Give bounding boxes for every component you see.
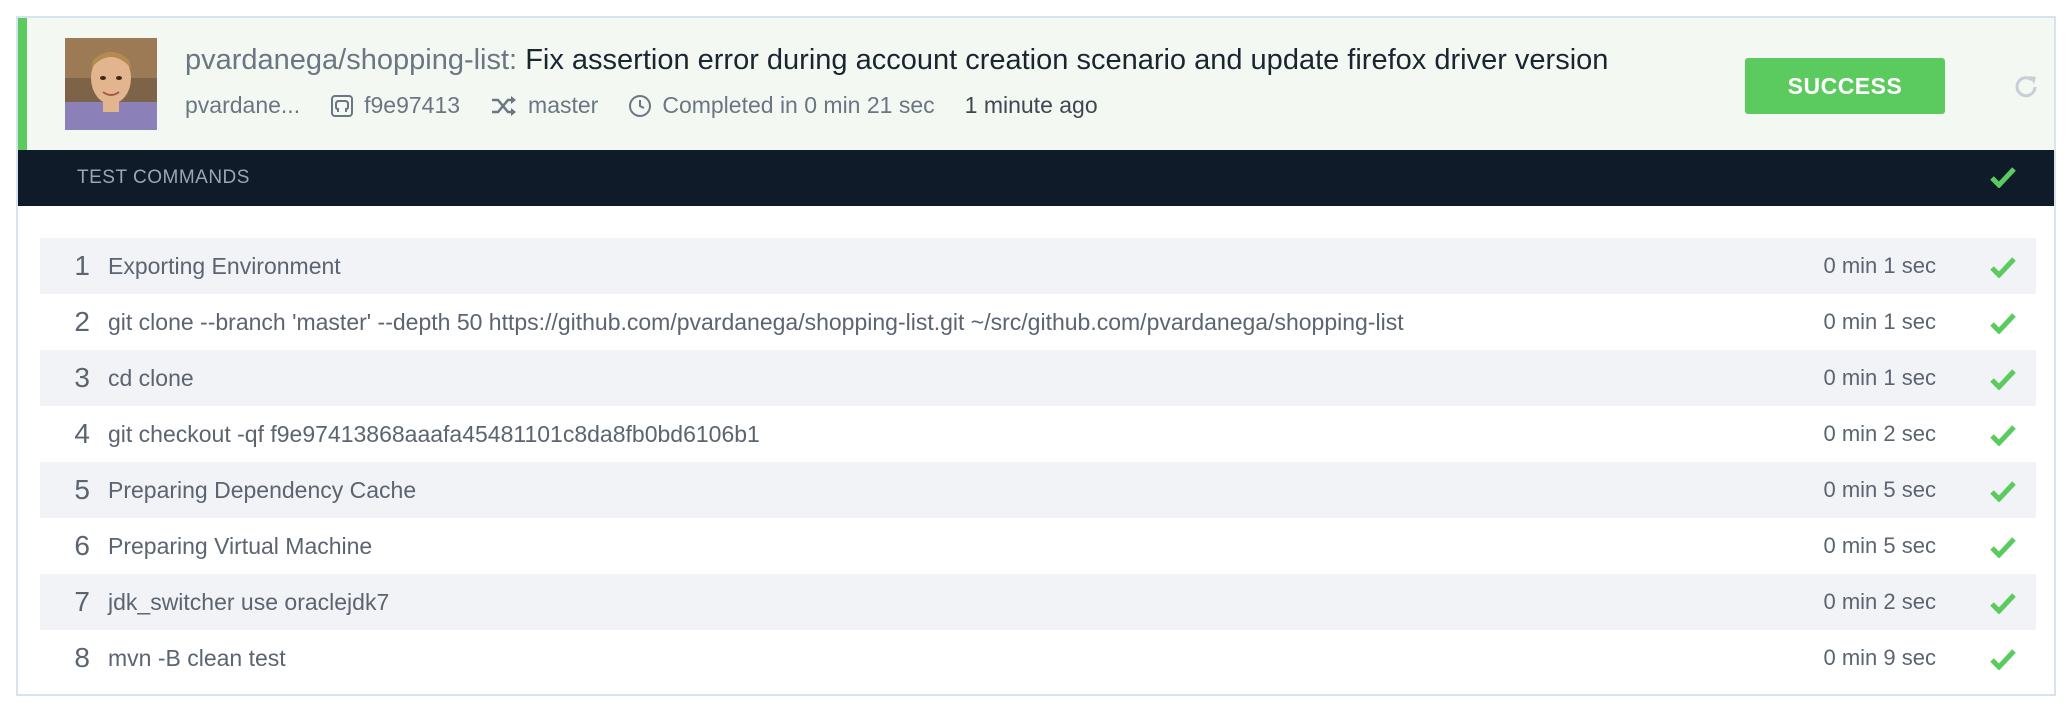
check-icon <box>1990 313 2016 334</box>
command-duration: 0 min 2 sec <box>1823 421 1937 446</box>
check-icon <box>1990 425 2016 446</box>
commit-sha: f9e97413 <box>364 92 461 118</box>
author-name[interactable]: pvardane... <box>185 92 300 119</box>
commit-message[interactable]: Fix assertion error during account creat… <box>525 44 1608 76</box>
check-icon <box>1990 257 2016 278</box>
repo-link[interactable]: pvardanega/shopping-list: <box>185 44 517 76</box>
command-number: 8 <box>74 642 90 673</box>
command-duration: 0 min 2 sec <box>1823 589 1937 614</box>
command-duration: 0 min 1 sec <box>1823 365 1937 390</box>
command-row[interactable]: 2 git clone --branch 'master' --depth 50… <box>40 294 2036 350</box>
command-duration: 0 min 1 sec <box>1823 253 1937 278</box>
build-header: pvardanega/shopping-list: Fix assertion … <box>18 18 2054 150</box>
branch-name: master <box>528 92 599 118</box>
command-number: 2 <box>74 306 90 337</box>
command-text: git checkout -qf f9e97413868aaafa4548110… <box>108 420 760 447</box>
command-text: mvn -B clean test <box>108 644 286 671</box>
check-icon <box>1990 649 2016 670</box>
completed-text: Completed in 0 min 21 sec <box>662 92 935 118</box>
duration-item: Completed in 0 min 21 sec <box>628 92 935 119</box>
github-icon <box>331 94 354 117</box>
command-duration: 0 min 5 sec <box>1823 477 1937 502</box>
command-text: Exporting Environment <box>108 252 341 279</box>
build-panel: pvardanega/shopping-list: Fix assertion … <box>16 16 2056 696</box>
command-row[interactable]: 6 Preparing Virtual Machine 0 min 5 sec <box>40 518 2036 574</box>
command-text: Preparing Dependency Cache <box>108 476 417 503</box>
build-meta: pvardane... f9e97413 master Completed in… <box>185 92 1128 119</box>
command-number: 4 <box>74 418 90 449</box>
command-duration: 0 min 5 sec <box>1823 533 1937 558</box>
command-row[interactable]: 3 cd clone 0 min 1 sec <box>40 350 2036 406</box>
check-icon <box>1990 593 2016 614</box>
clock-icon <box>629 94 652 117</box>
command-row[interactable]: 8 mvn -B clean test 0 min 9 sec <box>40 630 2036 686</box>
command-text: git clone --branch 'master' --depth 50 h… <box>108 308 1404 335</box>
command-text: Preparing Virtual Machine <box>108 532 373 559</box>
command-number: 1 <box>74 250 90 281</box>
shuffle-icon <box>492 95 517 116</box>
command-text: cd clone <box>108 364 194 391</box>
command-number: 3 <box>74 362 90 393</box>
command-text: jdk_switcher use oraclejdk7 <box>108 588 390 615</box>
check-icon <box>1990 167 2016 188</box>
command-number: 7 <box>74 586 90 617</box>
test-commands-bar[interactable]: TEST COMMANDS <box>18 150 2054 206</box>
branch-item[interactable]: master <box>490 92 598 119</box>
status-badge[interactable]: SUCCESS <box>1745 58 1945 114</box>
build-title: pvardanega/shopping-list: Fix assertion … <box>185 44 1608 77</box>
command-number: 5 <box>74 474 90 505</box>
command-duration: 0 min 1 sec <box>1823 309 1937 334</box>
command-list: 1 Exporting Environment 0 min 1 sec 2 gi… <box>40 238 2036 686</box>
command-row[interactable]: 4 git checkout -qf f9e97413868aaafa45481… <box>40 406 2036 462</box>
command-duration: 0 min 9 sec <box>1823 645 1937 670</box>
check-icon <box>1990 537 2016 558</box>
command-number: 6 <box>74 530 90 561</box>
refresh-icon[interactable] <box>2011 72 2041 102</box>
commit-sha-item[interactable]: f9e97413 <box>330 92 460 119</box>
section-title: TEST COMMANDS <box>77 167 250 188</box>
command-row[interactable]: 1 Exporting Environment 0 min 1 sec <box>40 238 2036 294</box>
time-ago: 1 minute ago <box>964 92 1098 118</box>
check-icon <box>1990 481 2016 502</box>
avatar[interactable] <box>65 38 157 130</box>
check-icon <box>1990 369 2016 390</box>
command-row[interactable]: 5 Preparing Dependency Cache 0 min 5 sec <box>40 462 2036 518</box>
command-row[interactable]: 7 jdk_switcher use oraclejdk7 0 min 2 se… <box>40 574 2036 630</box>
